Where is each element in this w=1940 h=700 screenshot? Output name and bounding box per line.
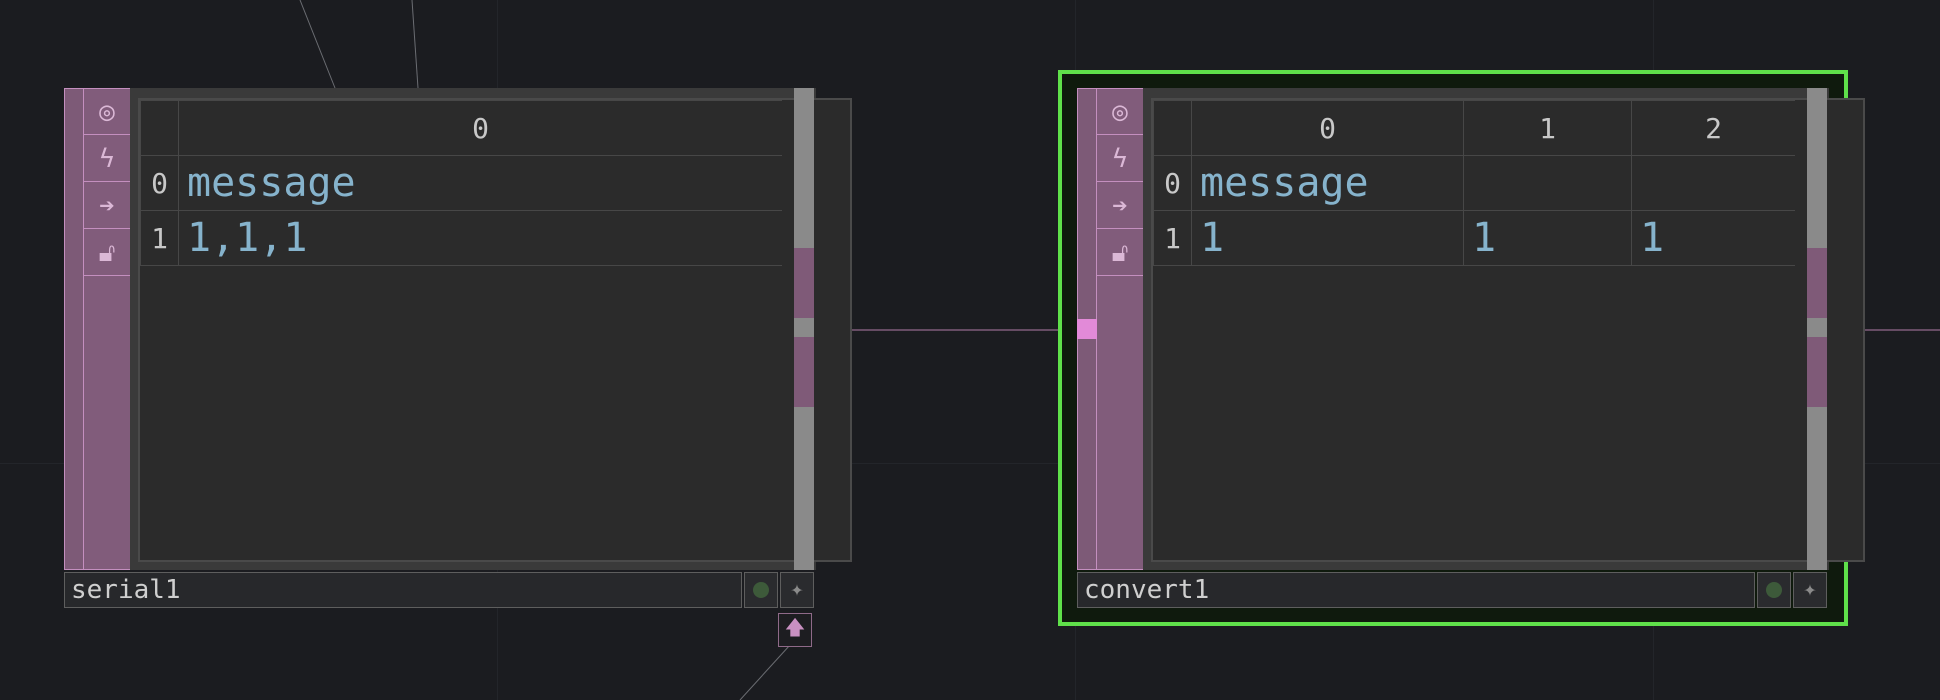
corner-cell [1153,100,1192,156]
table-viewer[interactable]: 0 1 2 0 message 1 1 1 1 [1151,98,1865,562]
node-flag-bar: ◎ ϟ ➔ 🔓︎ [64,88,130,570]
output-connector-column [1807,88,1827,570]
table-viewer[interactable]: 0 0 message 1 1,1,1 [138,98,852,562]
node-serial1[interactable]: ◎ ϟ ➔ 🔓︎ 0 0 message 1 1,1,1 serial1 ✦ [64,88,852,608]
table-header-row: 0 1 2 [1153,100,1795,156]
table-cell[interactable]: 1,1,1 [178,210,782,266]
data-table: 0 0 message 1 1,1,1 [140,100,782,266]
row-index: 0 [1153,155,1192,211]
table-row: 1 1,1,1 [140,210,782,266]
display-toggle-button[interactable] [1757,572,1791,608]
data-table: 0 1 2 0 message 1 1 1 1 [1153,100,1795,266]
display-toggle-button[interactable] [744,572,778,608]
table-cell[interactable] [1463,155,1632,211]
node-name-field[interactable]: convert1 [1077,572,1755,608]
output-connector-column [794,88,814,570]
column-header: 2 [1631,100,1795,156]
corner-cell [140,100,179,156]
table-cell[interactable]: message [178,155,782,211]
wire-upstream-1 [299,0,336,89]
circle-dot-icon [753,582,769,598]
output-connector[interactable] [1807,337,1827,407]
table-cell[interactable]: 1 [1463,210,1632,266]
arrow-up-icon: 🡅︎ [784,615,806,639]
cook-flag-icon[interactable]: ϟ [1097,136,1143,182]
table-header-row: 0 [140,100,782,156]
lock-flag-icon[interactable]: 🔓︎ [1097,230,1143,276]
column-header: 0 [178,100,782,156]
row-index: 1 [140,210,179,266]
pin-button[interactable]: ✦ [780,572,814,608]
table-row: 1 1 1 1 [1153,210,1795,266]
node-name-field[interactable]: serial1 [64,572,742,608]
wire-export [739,644,791,700]
wire-upstream-2 [411,0,419,89]
bypass-flag-icon[interactable]: ➔ [1097,183,1143,229]
table-row: 0 message [1153,155,1795,211]
table-row: 0 message [140,155,782,211]
cook-flag-icon[interactable]: ϟ [84,136,130,182]
table-cell[interactable]: 1 [1631,210,1795,266]
row-index: 0 [140,155,179,211]
column-header: 0 [1191,100,1464,156]
output-connector[interactable] [794,248,814,318]
table-cell[interactable] [1631,155,1795,211]
output-connector[interactable] [794,337,814,407]
star-icon: ✦ [1803,577,1817,602]
node-body: ◎ ϟ ➔ 🔓︎ 0 1 2 0 message 1 1 1 1 [1077,88,1865,570]
pin-button[interactable]: ✦ [1793,572,1827,608]
star-icon: ✦ [790,577,804,602]
circle-dot-icon [1766,582,1782,598]
viewer-flag-icon[interactable]: ◎ [1097,89,1143,135]
node-body: ◎ ϟ ➔ 🔓︎ 0 0 message 1 1,1,1 [64,88,852,570]
output-connector[interactable] [1807,248,1827,318]
row-index: 1 [1153,210,1192,266]
bypass-flag-icon[interactable]: ➔ [84,183,130,229]
table-cell[interactable]: message [1191,155,1464,211]
column-header: 1 [1463,100,1632,156]
input-connector[interactable] [1077,319,1097,339]
lock-flag-icon[interactable]: 🔓︎ [84,230,130,276]
node-convert1[interactable]: ◎ ϟ ➔ 🔓︎ 0 1 2 0 message 1 1 1 1 convert… [1077,88,1865,608]
viewer-flag-icon[interactable]: ◎ [84,89,130,135]
table-cell[interactable]: 1 [1191,210,1464,266]
export-button[interactable]: 🡅︎ [778,613,812,647]
